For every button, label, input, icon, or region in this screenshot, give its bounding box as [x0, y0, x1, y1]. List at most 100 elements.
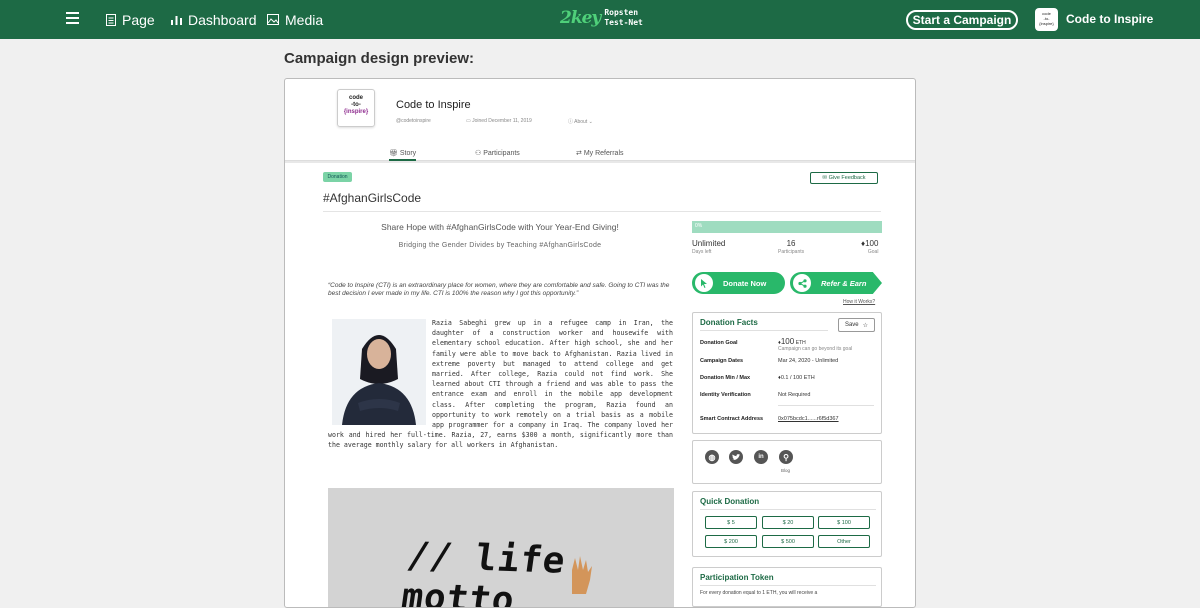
- donate-now-label: Donate Now: [723, 278, 767, 288]
- fact-goal-note: Campaign can go beyond its goal: [778, 346, 853, 352]
- org-handle: @codetoinspire: [396, 118, 431, 124]
- quick-amount-100[interactable]: $ 100: [818, 516, 870, 529]
- share-icon: ⇄: [576, 150, 582, 157]
- fact-dates-value: Mar 24, 2020 - Unlimited: [778, 358, 839, 364]
- quick-amount-5[interactable]: $ 5: [705, 516, 757, 529]
- nav-page-link[interactable]: Page: [106, 0, 155, 39]
- participation-token-text: For every donation equal to 1 ETH, you w…: [700, 590, 818, 596]
- chevron-down-icon: ⌄: [588, 119, 593, 125]
- refer-earn-label: Refer & Earn: [821, 278, 867, 288]
- save-label: Save: [844, 322, 859, 328]
- stat-participants-value: 16: [786, 239, 796, 248]
- quick-divider: [700, 509, 876, 510]
- social-links-card: ◍ in ⚲ Blog: [692, 440, 882, 484]
- fact-identity-label: Identity Verification: [700, 392, 751, 398]
- razia-photo: [332, 319, 426, 425]
- participation-token-title: Participation Token: [700, 573, 774, 582]
- stat-goal-value: 100: [865, 239, 879, 248]
- campaign-tabs: 🎁︎ Story ⚇ Participants ⇄ My Referrals: [285, 147, 915, 161]
- network-label: Ropsten Test-Net: [604, 8, 643, 28]
- org-joined-text: Joined December 11, 2019: [472, 118, 532, 124]
- org-name: Code to Inspire: [396, 99, 471, 111]
- campaign-title: #AfghanGirlsCode: [323, 191, 422, 205]
- start-campaign-button[interactable]: Start a Campaign: [906, 10, 1018, 30]
- campaign-type-badge: Donation: [323, 172, 352, 182]
- star-icon: ☆: [862, 322, 869, 329]
- fact-goal-amount: 100: [780, 337, 795, 346]
- quick-amount-20[interactable]: $ 20: [762, 516, 814, 529]
- twitter-icon[interactable]: [729, 450, 743, 464]
- quick-amount-500[interactable]: $ 500: [762, 535, 814, 548]
- tab-referrals-label: My Referrals: [583, 150, 624, 157]
- donation-facts-card: Donation Facts Save ☆ Donation Goal ♦100…: [692, 312, 882, 434]
- life-motto-photo: // life motto: [328, 488, 674, 608]
- profile-avatar[interactable]: code -to- {inspire}: [1035, 8, 1058, 31]
- page-icon: [106, 13, 116, 26]
- blog-label: Blog: [781, 468, 791, 473]
- quick-donation-title: Quick Donation: [700, 497, 760, 506]
- life-motto-caption: // life motto: [398, 535, 569, 608]
- funding-progress-label: 0%: [695, 223, 703, 229]
- nav-media-link[interactable]: Media: [267, 0, 323, 39]
- bar-chart-icon: [171, 16, 182, 25]
- save-button[interactable]: Save ☆: [838, 318, 875, 332]
- fact-minmax-label: Donation Min / Max: [700, 375, 751, 381]
- quick-amount-200[interactable]: $ 200: [705, 535, 757, 548]
- org-avatar: code -to- {inspire}: [337, 89, 375, 127]
- tab-my-referrals[interactable]: ⇄ My Referrals: [576, 149, 624, 157]
- facts-divider: [700, 330, 828, 331]
- network-line1: Ropsten: [604, 8, 639, 17]
- stat-goal: ♦100 Goal: [861, 239, 878, 255]
- fact-identity-value: Not Required: [778, 392, 811, 398]
- page-title: Campaign design preview:: [284, 50, 475, 67]
- give-feedback-button[interactable]: ✉ Give Feedback: [810, 172, 878, 184]
- media-icon: [267, 14, 279, 25]
- tab-story[interactable]: 🎁︎ Story: [389, 149, 417, 161]
- stat-days-left: Unlimited Days left: [692, 239, 725, 255]
- profile-name[interactable]: Code to Inspire: [1066, 12, 1153, 26]
- participation-token-card: Participation Token For every donation e…: [692, 567, 882, 607]
- org-about-label: About: [574, 119, 588, 125]
- info-icon: ⓘ: [568, 119, 574, 125]
- stat-participants-label: Participants: [778, 249, 805, 255]
- tab-participants[interactable]: ⚇ Participants: [475, 149, 520, 157]
- stat-participants: 16 Participants: [778, 239, 804, 255]
- org-about-toggle[interactable]: ⓘ About ⌄: [568, 118, 593, 125]
- people-icon: ⚇: [475, 150, 482, 157]
- org-avatar-line2: -to-: [351, 102, 361, 108]
- website-icon[interactable]: ◍: [705, 450, 719, 464]
- 2key-logo[interactable]: 2key Ropsten Test-Net: [560, 8, 643, 28]
- token-divider: [700, 585, 876, 586]
- gift-icon: 🎁︎: [389, 150, 398, 157]
- nav-media-label: Media: [285, 11, 324, 28]
- fact-goal-label: Donation Goal: [700, 340, 738, 346]
- fact-dates-label: Campaign Dates: [700, 358, 744, 364]
- campaign-preview-frame: code -to- {inspire} Code to Inspire @cod…: [284, 78, 916, 608]
- hand-icon: [572, 556, 592, 594]
- fact-goal-value: ♦100 ETH Campaign can go beyond its goal: [778, 337, 852, 352]
- quick-donation-card: Quick Donation $ 5 $ 20 $ 100 $ 200 $ 50…: [692, 491, 882, 557]
- donation-facts-title: Donation Facts: [700, 318, 758, 327]
- pointer-icon: [695, 274, 713, 292]
- tab-participants-label: Participants: [483, 150, 520, 157]
- stat-days-value: Unlimited: [692, 239, 726, 248]
- nav-page-label: Page: [122, 11, 155, 28]
- linkedin-icon[interactable]: in: [754, 450, 768, 464]
- story-subheadline: Bridging the Gender Divides by Teaching …: [398, 242, 602, 249]
- funding-progress-bar: 0%: [692, 221, 882, 233]
- quick-amount-other[interactable]: Other: [818, 535, 870, 548]
- nav-dashboard-link[interactable]: Dashboard: [171, 0, 257, 39]
- profile-avatar-line3: {inspire}: [1039, 21, 1054, 26]
- smart-contract-link[interactable]: 0x075bcdc1......r6f5d367: [778, 416, 839, 422]
- share-nodes-icon: [793, 274, 811, 292]
- logo-mark: 2key: [560, 8, 601, 28]
- blog-link-icon[interactable]: ⚲: [779, 450, 793, 464]
- refer-earn-button[interactable]: Refer & Earn: [790, 272, 882, 294]
- stat-days-label: Days left: [692, 249, 712, 255]
- menu-icon[interactable]: [66, 12, 79, 24]
- tabs-divider: [285, 161, 915, 163]
- fact-minmax-value: ♦0.1 / 100 ETH: [778, 375, 815, 381]
- how-it-works-link[interactable]: How it Works?: [843, 299, 875, 305]
- story-headline: Share Hope with #AfghanGirlsCode with Yo…: [381, 222, 619, 232]
- donate-now-button[interactable]: Donate Now: [692, 272, 785, 294]
